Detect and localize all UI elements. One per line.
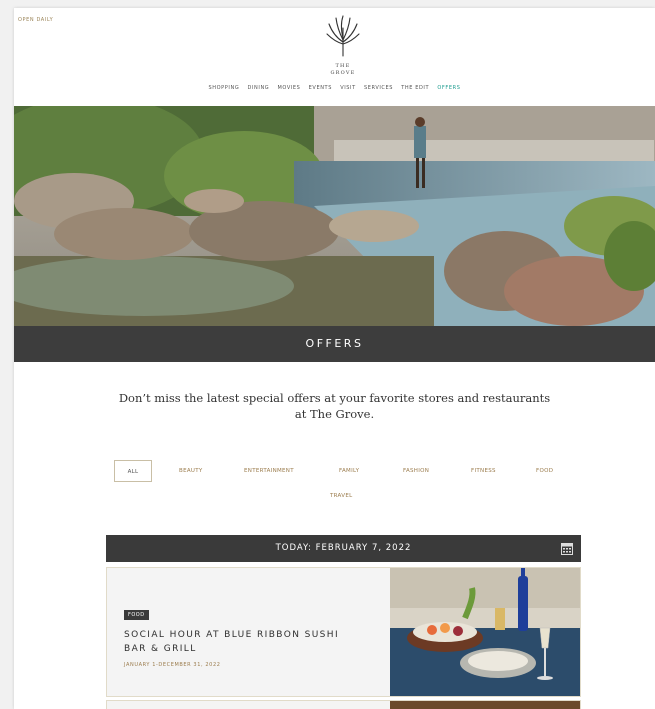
nav-item-services[interactable]: SERVICES	[364, 85, 393, 91]
nav-item-events[interactable]: EVENTS	[309, 85, 332, 91]
main-nav: SHOPPING DINING MOVIES EVENTS VISIT SERV…	[14, 85, 655, 91]
page-title: OFFERS	[305, 337, 364, 350]
hero-image	[14, 106, 655, 328]
open-daily-label: OPEN DAILY	[18, 17, 54, 23]
filter-fitness[interactable]: FITNESS	[471, 468, 496, 474]
filter-family[interactable]: FAMILY	[339, 468, 359, 474]
filter-entertainment[interactable]: ENTERTAINMENT	[244, 468, 294, 474]
nav-item-the-edit[interactable]: THE EDIT	[401, 85, 429, 91]
nav-item-shopping[interactable]: SHOPPING	[209, 85, 240, 91]
offer-card-next[interactable]	[106, 700, 581, 709]
offer-card[interactable]: FOOD SOCIAL HOUR AT BLUE RIBBON SUSHI BA…	[106, 567, 581, 697]
date-label: TODAY: FEBRUARY 7, 2022	[275, 543, 412, 553]
logo-line-grove: GROVE	[330, 70, 356, 76]
nav-item-movies[interactable]: MOVIES	[277, 85, 300, 91]
date-bar: TODAY: FEBRUARY 7, 2022	[106, 535, 581, 562]
page: OPEN DAILY THE GROVE SHOPPING DINING MOV…	[14, 8, 655, 709]
offer-dates: JANUARY 1-DECEMBER 31, 2022	[124, 662, 221, 668]
offer-card-text: FOOD SOCIAL HOUR AT BLUE RIBBON SUSHI BA…	[124, 601, 364, 668]
nav-item-dining[interactable]: DINING	[248, 85, 270, 91]
filter-fashion[interactable]: FASHION	[403, 468, 429, 474]
nav-item-visit[interactable]: VISIT	[340, 85, 356, 91]
offer-category-badge: FOOD	[124, 610, 149, 620]
filter-all[interactable]: ALL	[114, 460, 152, 482]
logo-line-the: THE	[335, 63, 351, 69]
calendar-icon[interactable]	[561, 542, 573, 555]
filter-travel[interactable]: TRAVEL	[330, 493, 352, 499]
filter-beauty[interactable]: BEAUTY	[179, 468, 203, 474]
palm-logo-icon	[326, 15, 360, 57]
page-banner: OFFERS	[14, 326, 655, 362]
filter-food[interactable]: FOOD	[536, 468, 553, 474]
the-grove-logo[interactable]: THE GROVE	[323, 14, 363, 76]
nav-item-offers[interactable]: OFFERS	[437, 85, 460, 91]
offer-image[interactable]	[390, 568, 580, 696]
offer-title[interactable]: SOCIAL HOUR AT BLUE RIBBON SUSHI BAR & G…	[124, 628, 364, 656]
offer-image-next[interactable]	[390, 701, 580, 709]
intro-text: Don’t miss the latest special offers at …	[118, 391, 551, 421]
